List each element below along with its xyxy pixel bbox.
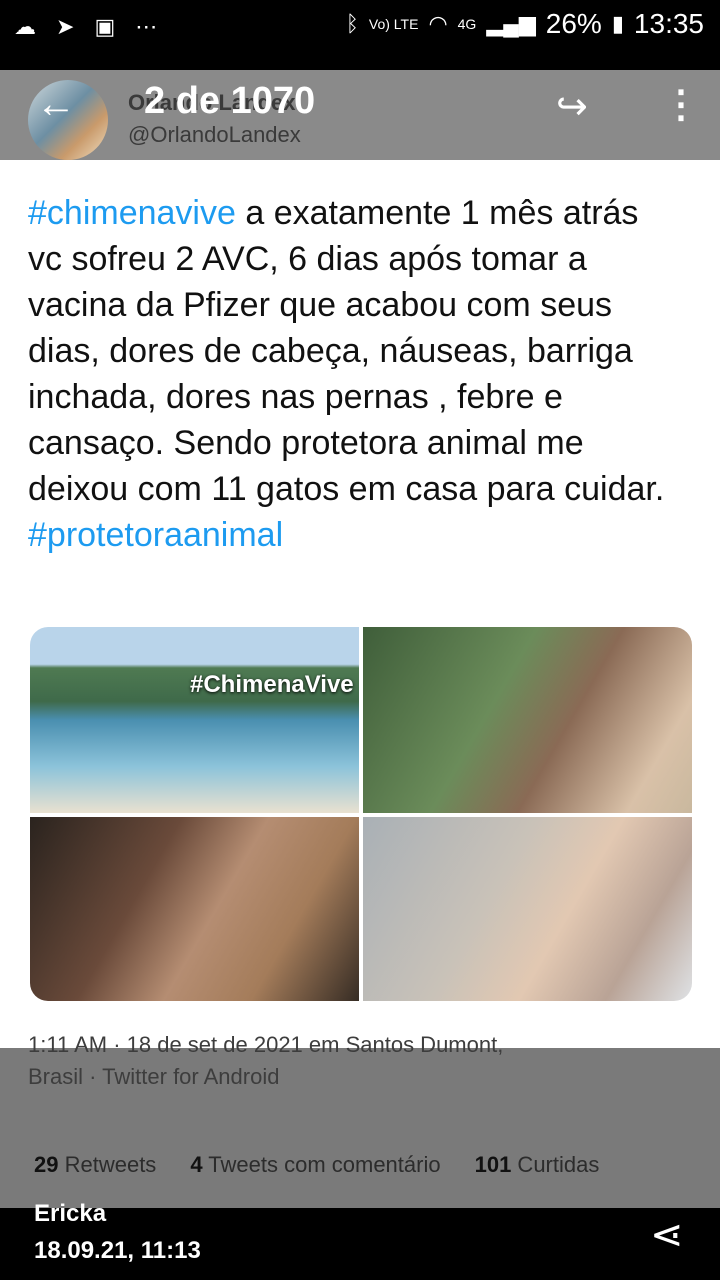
- more-vert-icon[interactable]: ⋮: [662, 82, 700, 127]
- tweet-meta-source: Brasil · Twitter for Android: [28, 1064, 280, 1089]
- tweet-handle: @OrlandoLandex: [128, 122, 301, 147]
- tweet-text: #chimenavive a exatamente 1 mês atrás vc…: [28, 190, 678, 558]
- cloud-icon: ☁: [14, 14, 36, 39]
- telegram-icon: ➤: [56, 14, 75, 39]
- status-bar: ☁ ➤ ▣ ⋯ ᛒ Vo) LTE ◠ 4G ▂▄▆ 26% ▮ 13:35: [0, 0, 720, 70]
- more-dots-icon: ⋯: [135, 14, 158, 39]
- status-left-icons: ☁ ➤ ▣ ⋯: [14, 14, 157, 40]
- tweet-stats: 29 Retweets 4 Tweets com comentário 101 …: [34, 1152, 599, 1178]
- comments-count: 4: [190, 1152, 203, 1177]
- photo-grid: #ChimenaVive: [30, 627, 692, 1001]
- likes-stat[interactable]: 101 Curtidas: [475, 1152, 600, 1178]
- image-icon: ▣: [94, 14, 116, 39]
- comments-label: Tweets com comentário: [202, 1152, 441, 1177]
- tweet-photo-garden[interactable]: [363, 627, 692, 813]
- status-right: ᛒ Vo) LTE ◠ 4G ▂▄▆ 26% ▮ 13:35: [346, 8, 704, 40]
- tweet-photo-dog[interactable]: [30, 817, 359, 1001]
- volte-icon: Vo) LTE: [368, 16, 419, 32]
- wifi-icon: ◠: [428, 11, 448, 36]
- comments-stat[interactable]: 4 Tweets com comentário: [190, 1152, 440, 1178]
- tweet-photo-beach[interactable]: #ChimenaVive: [30, 627, 359, 813]
- retweets-count: 29: [34, 1152, 59, 1177]
- sender-name: Ericka: [34, 1200, 107, 1227]
- likes-label: Curtidas: [511, 1152, 600, 1177]
- forward-icon[interactable]: ↪: [556, 84, 588, 129]
- bluetooth-icon: ᛒ: [345, 11, 359, 36]
- retweets-label: Retweets: [58, 1152, 157, 1177]
- battery-percent: 26%: [545, 8, 602, 39]
- battery-icon: ▮: [611, 11, 624, 36]
- clock: 13:35: [633, 8, 704, 39]
- photo-caption: #ChimenaVive: [190, 671, 354, 698]
- hashtag-chimenavive[interactable]: #chimenavive: [28, 194, 236, 232]
- tweet-meta-date: 1:11 AM · 18 de set de 2021 em Santos Du…: [28, 1032, 504, 1057]
- viewer-top-bar: [0, 70, 720, 160]
- share-icon[interactable]: ⋖: [650, 1212, 684, 1258]
- signal-icon: ▂▄▆: [486, 11, 536, 36]
- network-label: 4G: [457, 16, 477, 32]
- likes-count: 101: [474, 1152, 512, 1177]
- tweet-photo-cats[interactable]: [363, 817, 692, 1001]
- retweets-stat[interactable]: 29 Retweets: [34, 1152, 156, 1178]
- back-arrow-icon[interactable]: ←: [36, 82, 76, 127]
- hashtag-protetoraanimal[interactable]: #protetoraanimal: [28, 516, 283, 554]
- page-counter: 2 de 1070: [144, 80, 316, 122]
- sent-timestamp: 18.09.21, 11:13: [34, 1237, 201, 1264]
- tweet-body: a exatamente 1 mês atrás vc sofreu 2 AVC…: [28, 194, 665, 508]
